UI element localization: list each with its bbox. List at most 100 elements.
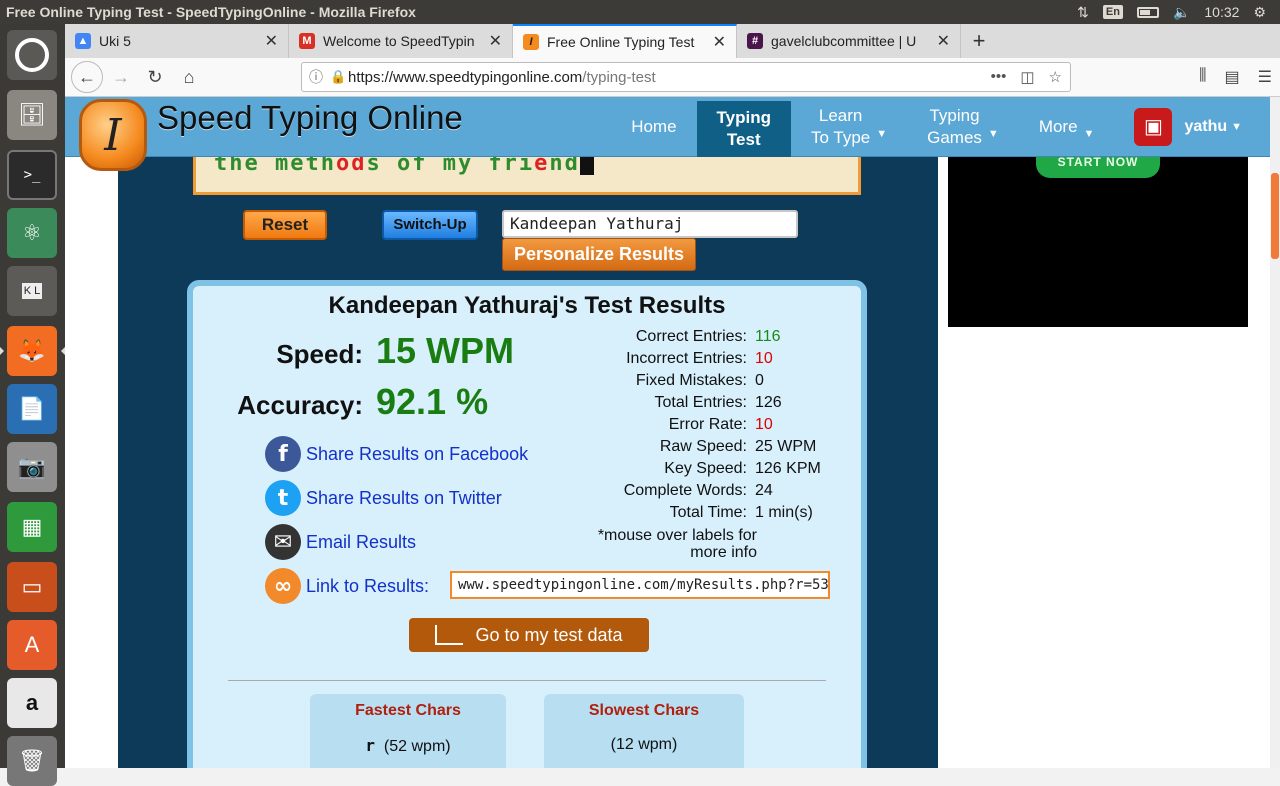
correct-entries-value: 116 [755, 328, 781, 345]
share-facebook-link[interactable]: f Share Results on Facebook [265, 436, 528, 472]
stat-label[interactable]: Raw Speed: [593, 438, 755, 460]
forward-button[interactable]: → [105, 61, 137, 93]
chevron-down-icon: ▼ [876, 128, 888, 140]
close-tab-icon[interactable]: ✕ [937, 31, 950, 51]
amazon-icon[interactable]: a [7, 678, 57, 728]
reload-button[interactable]: ↻ [139, 61, 171, 93]
keyboard-app-icon[interactable]: K L [7, 266, 57, 316]
tab-uki5[interactable]: ▲ Uki 5 ✕ [65, 24, 289, 58]
atom-editor-icon[interactable]: ⚛ [7, 208, 57, 258]
menu-typing-test[interactable]: Typing Test [696, 101, 791, 157]
menu-label: Typing [929, 106, 980, 125]
reset-button[interactable]: Reset [243, 210, 327, 240]
menu-label: To Type [811, 128, 871, 147]
email-results-link[interactable]: ✉ Email Results [265, 524, 416, 560]
trash-icon[interactable]: 🗑 [7, 736, 57, 786]
page-scrollbar[interactable] [1270, 97, 1280, 768]
impress-icon[interactable]: ▭ [7, 562, 57, 612]
name-input[interactable]: Kandeepan Yathuraj [502, 210, 798, 238]
stat-label[interactable]: Key Speed: [593, 460, 755, 482]
slowest-char-speed: (12 wpm) [610, 736, 678, 753]
page-actions-icon[interactable]: ••• [991, 68, 1007, 86]
go-to-test-data-button[interactable]: Go to my test data [409, 618, 649, 652]
avatar: ▣ [1134, 108, 1173, 146]
stat-label[interactable]: Error Rate: [593, 416, 755, 438]
browser-nav-bar: ← → ↻ ⌂ ⓘ 🔒 https://www.speedtypingonlin… [65, 58, 1280, 97]
advertisement[interactable]: START NOW [948, 152, 1248, 327]
url-bar[interactable]: ⓘ 🔒 https://www.speedtypingonline.com/ty… [301, 62, 1071, 92]
volume-icon[interactable]: 🔈 [1173, 4, 1190, 21]
calc-icon[interactable]: ▦ [7, 502, 57, 552]
stat-label[interactable]: Complete Words: [593, 482, 755, 504]
sidebar-icon[interactable]: ▤ [1225, 67, 1240, 87]
network-icon[interactable]: ⇅ [1077, 4, 1089, 21]
library-icon[interactable]: ⫼ [1199, 67, 1206, 87]
tab-label: Free Online Typing Test [547, 34, 695, 50]
bookmark-star-icon[interactable]: ☆ [1049, 68, 1062, 86]
writer-icon[interactable]: 📄 [7, 384, 57, 434]
unity-launcher: 🗄 >_ ⚛ K L 🦊 📄 📷 ▦ ▭ A a 🗑 [0, 24, 65, 786]
site-logo-icon[interactable]: I [79, 99, 147, 171]
accuracy-label: Accuracy: [237, 390, 363, 420]
close-tab-icon[interactable]: ✕ [489, 31, 502, 51]
new-tab-button[interactable]: + [961, 24, 997, 58]
note-line: *mouse over labels for [597, 527, 757, 544]
menu-label: Test [726, 130, 761, 149]
browser-tab-bar: ▲ Uki 5 ✕ M Welcome to SpeedTypin ✕ I Fr… [65, 24, 1280, 58]
close-tab-icon[interactable]: ✕ [713, 32, 726, 52]
share-twitter-label[interactable]: Share Results on Twitter [306, 488, 502, 509]
close-tab-icon[interactable]: ✕ [265, 31, 278, 51]
terminal-icon[interactable]: >_ [7, 150, 57, 200]
menu-typing-games[interactable]: Typing Games ▼ [907, 97, 1019, 157]
stat-label[interactable]: Incorrect Entries: [593, 350, 755, 372]
camera-icon[interactable]: 📷 [7, 442, 57, 492]
email-results-label[interactable]: Email Results [306, 532, 416, 553]
chevron-down-icon: ▼ [987, 128, 999, 140]
fastest-char-speed: (52 wpm) [383, 738, 451, 755]
user-menu[interactable]: ▣ yathu ▼ [1114, 97, 1270, 157]
scrollbar-thumb[interactable] [1271, 173, 1279, 259]
results-panel: Kandeepan Yathuraj's Test Results Speed:… [187, 280, 867, 768]
chevron-down-icon: ▼ [1083, 128, 1095, 140]
share-twitter-link[interactable]: t Share Results on Twitter [265, 480, 502, 516]
accuracy-value: 92.1 % [376, 381, 489, 422]
results-title: Kandeepan Yathuraj's Test Results [328, 292, 726, 319]
firefox-icon[interactable]: 🦊 [0, 326, 65, 376]
tab-gmail[interactable]: M Welcome to SpeedTypin ✕ [289, 24, 513, 58]
clock[interactable]: 10:32 [1204, 4, 1239, 20]
key-speed-value: 126 KPM [755, 460, 821, 477]
keyboard-language-indicator[interactable]: En [1102, 5, 1123, 19]
stat-label[interactable]: Correct Entries: [593, 328, 755, 350]
back-button[interactable]: ← [71, 61, 103, 93]
slack-favicon-icon: # [747, 33, 763, 49]
menu-learn-to-type[interactable]: Learn To Type ▼ [791, 97, 907, 157]
tab-slack[interactable]: # gavelclubcommittee | U ✕ [737, 24, 961, 58]
home-button[interactable]: ⌂ [173, 61, 205, 93]
stat-label[interactable]: Total Entries: [593, 394, 755, 416]
chart-icon [435, 625, 464, 645]
stat-label[interactable]: Fixed Mistakes: [593, 372, 755, 394]
speed-value: 15 WPM [376, 330, 515, 371]
speed-label: Speed: [276, 339, 363, 369]
switch-up-button[interactable]: Switch-Up [382, 210, 478, 240]
share-facebook-label[interactable]: Share Results on Facebook [306, 444, 528, 465]
pocket-icon[interactable]: ◫ [1020, 68, 1034, 86]
tab-typing-test[interactable]: I Free Online Typing Test ✕ [513, 24, 737, 58]
menu-hamburger-icon[interactable]: ☰ [1258, 67, 1272, 87]
os-top-panel: Free Online Typing Test - SpeedTypingOnl… [0, 0, 1280, 24]
site-name[interactable]: Speed Typing Online [157, 99, 463, 137]
info-icon[interactable]: ⓘ [302, 67, 330, 87]
menu-more[interactable]: More ▼ [1019, 97, 1115, 157]
software-center-icon[interactable]: A [7, 620, 57, 670]
personalize-results-button[interactable]: Personalize Results [502, 238, 696, 271]
results-link-field[interactable]: www.speedtypingonline.com/myResults.php?… [450, 571, 830, 599]
settings-gear-icon[interactable]: ⚙ [1253, 4, 1266, 21]
stat-label[interactable]: Total Time: [593, 504, 755, 526]
ubuntu-dash-icon[interactable] [7, 30, 57, 80]
go-to-test-data-label: Go to my test data [475, 624, 623, 645]
battery-icon[interactable] [1136, 6, 1159, 18]
lock-icon[interactable]: 🔒 [330, 69, 348, 85]
files-icon[interactable]: 🗄 [7, 90, 57, 140]
menu-home[interactable]: Home [611, 97, 696, 157]
google-drive-favicon-icon: ▲ [75, 33, 91, 49]
